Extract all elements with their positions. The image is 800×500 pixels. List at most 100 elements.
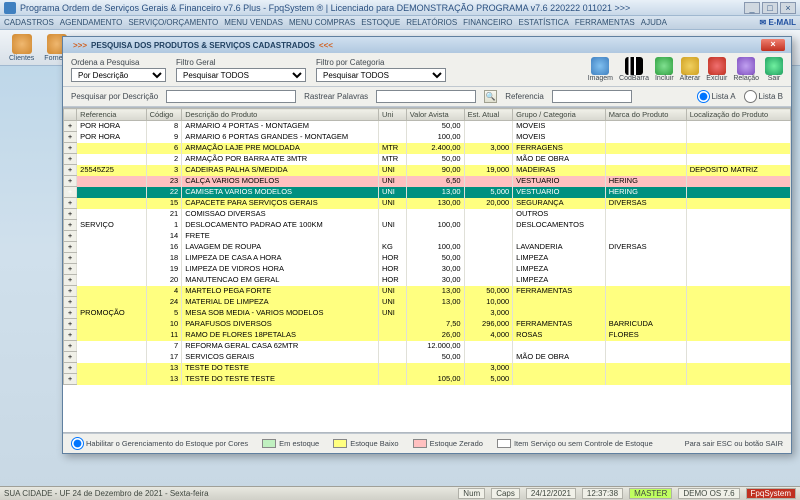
expand-icon[interactable]: + [64,154,77,165]
expand-icon[interactable]: + [64,198,77,209]
cell-ea [464,209,513,220]
alterar-button[interactable]: Alterar [680,57,701,82]
search-icon[interactable]: 🔍 [484,90,497,103]
products-grid[interactable]: ReferenciaCódigoDescrição do ProdutoUniV… [63,107,791,433]
cell-grp: LIMPEZA [513,275,606,286]
codbarra-button[interactable]: CodBarra [619,57,649,82]
table-row[interactable]: +14FRETE [64,231,791,242]
table-row[interactable]: +11RAMO DE FLORES 18PETALAS26,004,000ROS… [64,330,791,341]
expand-icon[interactable]: + [64,231,77,242]
expand-icon[interactable]: + [64,319,77,330]
table-row[interactable]: +10PARAFUSOS DIVERSOS7,50296,000FERRAMEN… [64,319,791,330]
menu-ferramentas[interactable]: FERRAMENTAS [575,18,635,27]
table-row[interactable]: +13TESTE DO TESTE3,000 [64,363,791,374]
column-header[interactable]: Localização do Produto [686,109,790,121]
modal-close-button[interactable]: × [761,39,785,51]
cell-ref: 25545Z25 [77,165,146,176]
cell-mar [605,165,686,176]
rastrear-palavras-input[interactable] [376,90,476,103]
expand-icon[interactable]: + [64,187,77,198]
expand-icon[interactable]: + [64,176,77,187]
clientes-button[interactable]: Clientes [6,33,37,63]
table-row[interactable]: +23CALÇA VARIOS MODELOSUNI6,50VESTUARIOH… [64,176,791,187]
table-row[interactable]: +7REFORMA GERAL CASA 62MTR12.000,00 [64,341,791,352]
column-header[interactable]: Código [146,109,182,121]
expand-icon[interactable]: + [64,165,77,176]
table-row[interactable]: +15CAPACETE PARA SERVIÇOS GERAISUNI130,0… [64,198,791,209]
excluir-button[interactable]: Excluir [706,57,727,82]
expand-icon[interactable]: + [64,121,77,132]
table-row[interactable]: +17SERVICOS GERAIS50,00MÃO DE OBRA [64,352,791,363]
email-button[interactable]: ✉ E-MAIL [760,18,796,27]
table-row[interactable]: +18LIMPEZA DE CASA A HORAHOR50,00LIMPEZA [64,253,791,264]
table-row[interactable]: +PROMOÇÃO5MESA SOB MEDIA - VARIOS MODELO… [64,308,791,319]
filtro-categoria-select[interactable]: Pesquisar TODOS [316,68,446,82]
expand-icon[interactable]: + [64,220,77,231]
table-row[interactable]: +24MATERIAL DE LIMPEZAUNI13,0010,000 [64,297,791,308]
menu-financeiro[interactable]: FINANCEIRO [463,18,512,27]
expand-icon[interactable]: + [64,242,77,253]
expand-icon[interactable]: + [64,286,77,297]
menu-estoque[interactable]: ESTOQUE [361,18,400,27]
cell-loc [686,220,790,231]
relacao-button[interactable]: Relação [733,57,759,82]
table-row[interactable]: +SERVIÇO1DESLOCAMENTO PADRAO ATE 100KMUN… [64,220,791,231]
table-row[interactable]: +POR HORA9ARMARIO 6 PORTAS GRANDES - MON… [64,132,791,143]
cell-mar [605,220,686,231]
menu-ajuda[interactable]: AJUDA [641,18,667,27]
menu-relatórios[interactable]: RELATÓRIOS [406,18,457,27]
minimize-button[interactable]: _ [744,2,760,14]
filtro-geral-select[interactable]: Pesquisar TODOS [176,68,306,82]
imagem-button[interactable]: Imagem [588,57,613,82]
referencia-input[interactable] [552,90,632,103]
ordena-select[interactable]: Por Descrição [71,68,166,82]
lista-b-radio[interactable]: Lista B [744,90,783,103]
menu-menu compras[interactable]: MENU COMPRAS [289,18,355,27]
expand-icon[interactable]: + [64,363,77,374]
column-header[interactable]: Descrição do Produto [182,109,379,121]
column-header[interactable]: Marca do Produto [605,109,686,121]
menu-serviço/orçamento[interactable]: SERVIÇO/ORÇAMENTO [128,18,218,27]
expand-icon[interactable]: + [64,253,77,264]
expand-icon[interactable]: + [64,209,77,220]
table-row[interactable]: +16LAVAGEM DE ROUPAKG100,00LAVANDERIADIV… [64,242,791,253]
menu-estatística[interactable]: ESTATÍSTICA [519,18,569,27]
column-header[interactable]: Valor Avista [406,109,464,121]
close-button[interactable]: × [780,2,796,14]
table-row[interactable]: +20MANUTENCAO EM GERALHOR30,00LIMPEZA [64,275,791,286]
expand-icon[interactable]: + [64,143,77,154]
table-row[interactable]: +2ARMAÇÃO POR BARRA ATE 3MTRMTR50,00MÃO … [64,154,791,165]
pesquisar-descricao-input[interactable] [166,90,296,103]
expand-icon[interactable]: + [64,275,77,286]
cell-cod: 20 [146,275,182,286]
menu-cadastros[interactable]: CADASTROS [4,18,54,27]
expand-icon[interactable]: + [64,352,77,363]
habilitar-cores-radio[interactable]: Habilitar o Gerenciamento do Estoque por… [71,437,248,450]
expand-icon[interactable]: + [64,297,77,308]
column-header[interactable]: Uni [378,109,406,121]
maximize-button[interactable]: □ [762,2,778,14]
table-row[interactable]: +21COMISSAO DIVERSASOUTROS [64,209,791,220]
menu-agendamento[interactable]: AGENDAMENTO [60,18,123,27]
lista-a-radio[interactable]: Lista A [697,90,736,103]
table-row[interactable]: +POR HORA8ARMARIO 4 PORTAS - MONTAGEM50,… [64,121,791,132]
table-row[interactable]: +6ARMAÇÃO LAJE PRE MOLDADAMTR2.400,003,0… [64,143,791,154]
expand-icon[interactable]: + [64,264,77,275]
expand-icon[interactable]: + [64,341,77,352]
column-header[interactable]: Est. Atual [464,109,513,121]
column-header[interactable]: Grupo / Categoria [513,109,606,121]
expand-icon[interactable]: + [64,132,77,143]
column-header[interactable] [64,109,77,121]
table-row[interactable]: +25545Z253CADEIRAS PALHA S/MEDIDAUNI90,0… [64,165,791,176]
menu-menu vendas[interactable]: MENU VENDAS [224,18,283,27]
table-row[interactable]: +4MARTELO PEGA FORTEUNI13,0050,000FERRAM… [64,286,791,297]
column-header[interactable]: Referencia [77,109,146,121]
expand-icon[interactable]: + [64,330,77,341]
table-row[interactable]: +13TESTE DO TESTE TESTE105,005,000 [64,374,791,385]
expand-icon[interactable]: + [64,374,77,385]
expand-icon[interactable]: + [64,308,77,319]
table-row[interactable]: +19LIMPEZA DE VIDROS HORAHOR30,00LIMPEZA [64,264,791,275]
table-row[interactable]: +22CAMISETA VARIOS MODELOSUNI13,005,000V… [64,187,791,198]
sair-button[interactable]: Sair [765,57,783,82]
incluir-button[interactable]: Incluir [655,57,674,82]
